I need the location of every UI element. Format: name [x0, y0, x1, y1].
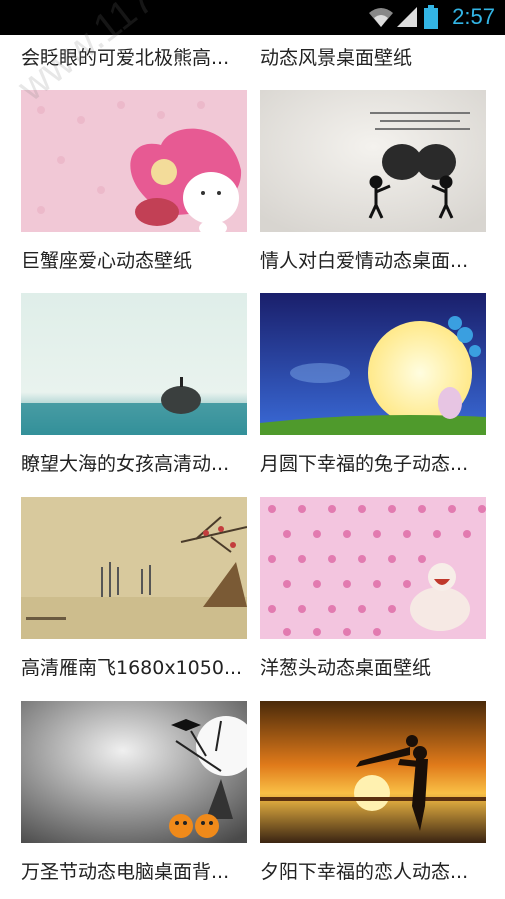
wallpaper-thumbnail[interactable]	[260, 701, 486, 843]
wallpaper-thumbnail[interactable]	[21, 701, 247, 843]
status-bar: 2:57	[0, 0, 505, 35]
wallpaper-thumbnail[interactable]	[260, 90, 486, 232]
wallpaper-thumbnail[interactable]	[260, 497, 486, 639]
wallpaper-title[interactable]: 巨蟹座爱心动态壁纸	[21, 246, 261, 273]
status-time: 2:57	[452, 4, 495, 29]
wifi-icon	[368, 6, 394, 32]
wallpaper-thumbnail[interactable]	[21, 497, 247, 639]
wallpaper-thumbnail[interactable]	[21, 293, 247, 435]
wallpaper-title[interactable]: 动态风景桌面壁纸	[260, 43, 412, 70]
wallpaper-title[interactable]: 夕阳下幸福的恋人动态...	[260, 857, 500, 884]
wallpaper-thumbnail[interactable]	[21, 90, 247, 232]
battery-icon	[424, 5, 438, 33]
wallpaper-thumbnail[interactable]	[260, 293, 486, 435]
wallpaper-title[interactable]: 月圆下幸福的兔子动态...	[260, 449, 500, 476]
wallpaper-title[interactable]: 会眨眼的可爱北极熊高...	[21, 43, 229, 70]
wallpaper-grid: 会眨眼的可爱北极熊高... 动态风景桌面壁纸 巨蟹座爱心动态壁纸 情人对白爱情动…	[0, 0, 505, 899]
wallpaper-title[interactable]: 瞭望大海的女孩高清动...	[21, 449, 261, 476]
wallpaper-title[interactable]: 洋葱头动态桌面壁纸	[260, 653, 500, 680]
wallpaper-title[interactable]: 高清雁南飞1680x1050...	[21, 653, 261, 680]
wallpaper-title[interactable]: 万圣节动态电脑桌面背...	[21, 857, 261, 884]
wallpaper-title[interactable]: 情人对白爱情动态桌面...	[260, 246, 500, 273]
signal-icon	[396, 6, 418, 32]
